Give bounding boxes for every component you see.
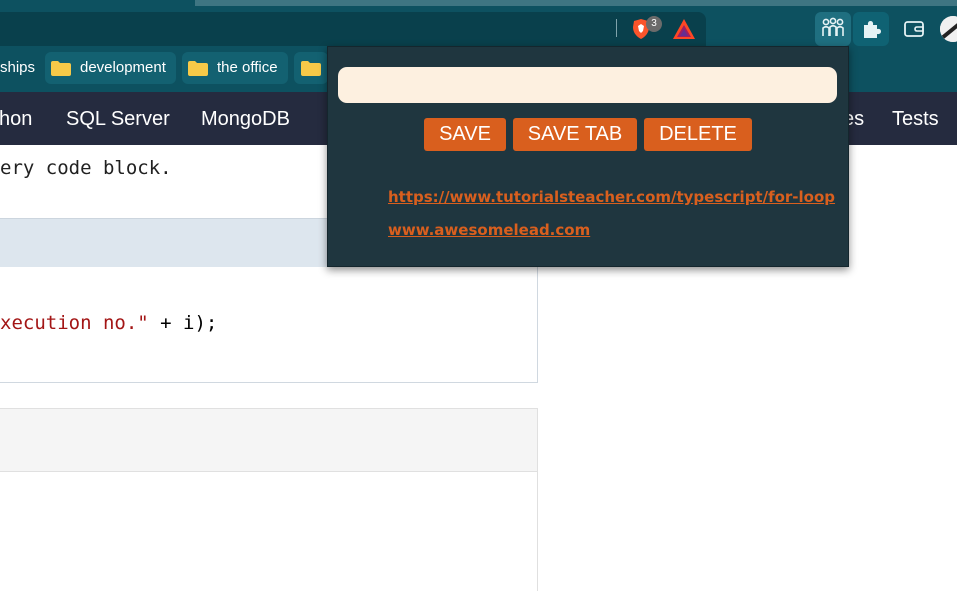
bookmark-label: ships [0, 59, 36, 76]
code-block [0, 471, 538, 591]
shields-count-badge: 3 [646, 16, 662, 32]
save-tab-button[interactable]: SAVE TAB [513, 118, 637, 151]
extensions-puzzle-icon[interactable] [861, 19, 882, 40]
code-line: xecution no." + i); [0, 312, 217, 334]
bookmark-folder-development[interactable]: development [45, 52, 176, 84]
bookmark-label: development [80, 59, 166, 76]
bookmark-folder-the-office[interactable]: the office [182, 52, 288, 84]
nav-item-mongodb[interactable]: MongoDB [201, 92, 290, 145]
nav-item-python[interactable]: hon [0, 92, 32, 145]
folder-icon [301, 61, 321, 76]
wallet-icon[interactable] [903, 19, 925, 39]
bookmark-label: the office [217, 59, 278, 76]
nav-item-sql-server[interactable]: SQL Server [66, 92, 170, 145]
code-block-header [0, 408, 538, 472]
folder-icon [188, 61, 208, 76]
address-bar[interactable] [0, 12, 706, 46]
bookmark-folder-partial[interactable] [294, 52, 328, 84]
nav-item-tests[interactable]: Tests [892, 92, 939, 145]
people-extension-icon[interactable] [820, 16, 846, 40]
delete-button[interactable]: DELETE [644, 118, 752, 151]
saved-lead-link[interactable]: https://www.tutorialsteacher.com/typescr… [388, 188, 835, 206]
saved-lead-link[interactable]: www.awesomelead.com [388, 221, 590, 239]
article-text: ery code block. [0, 157, 172, 179]
save-button[interactable]: SAVE [424, 118, 506, 151]
bookmark-ships[interactable]: ships [0, 52, 37, 84]
folder-icon [51, 61, 71, 76]
code-string: xecution no." [0, 312, 149, 334]
tab-strip-edge [195, 0, 957, 6]
url-input[interactable] [338, 67, 837, 103]
brave-rewards-icon[interactable] [672, 18, 696, 40]
code-expression: + i); [148, 312, 218, 334]
address-bar-divider [616, 19, 617, 37]
